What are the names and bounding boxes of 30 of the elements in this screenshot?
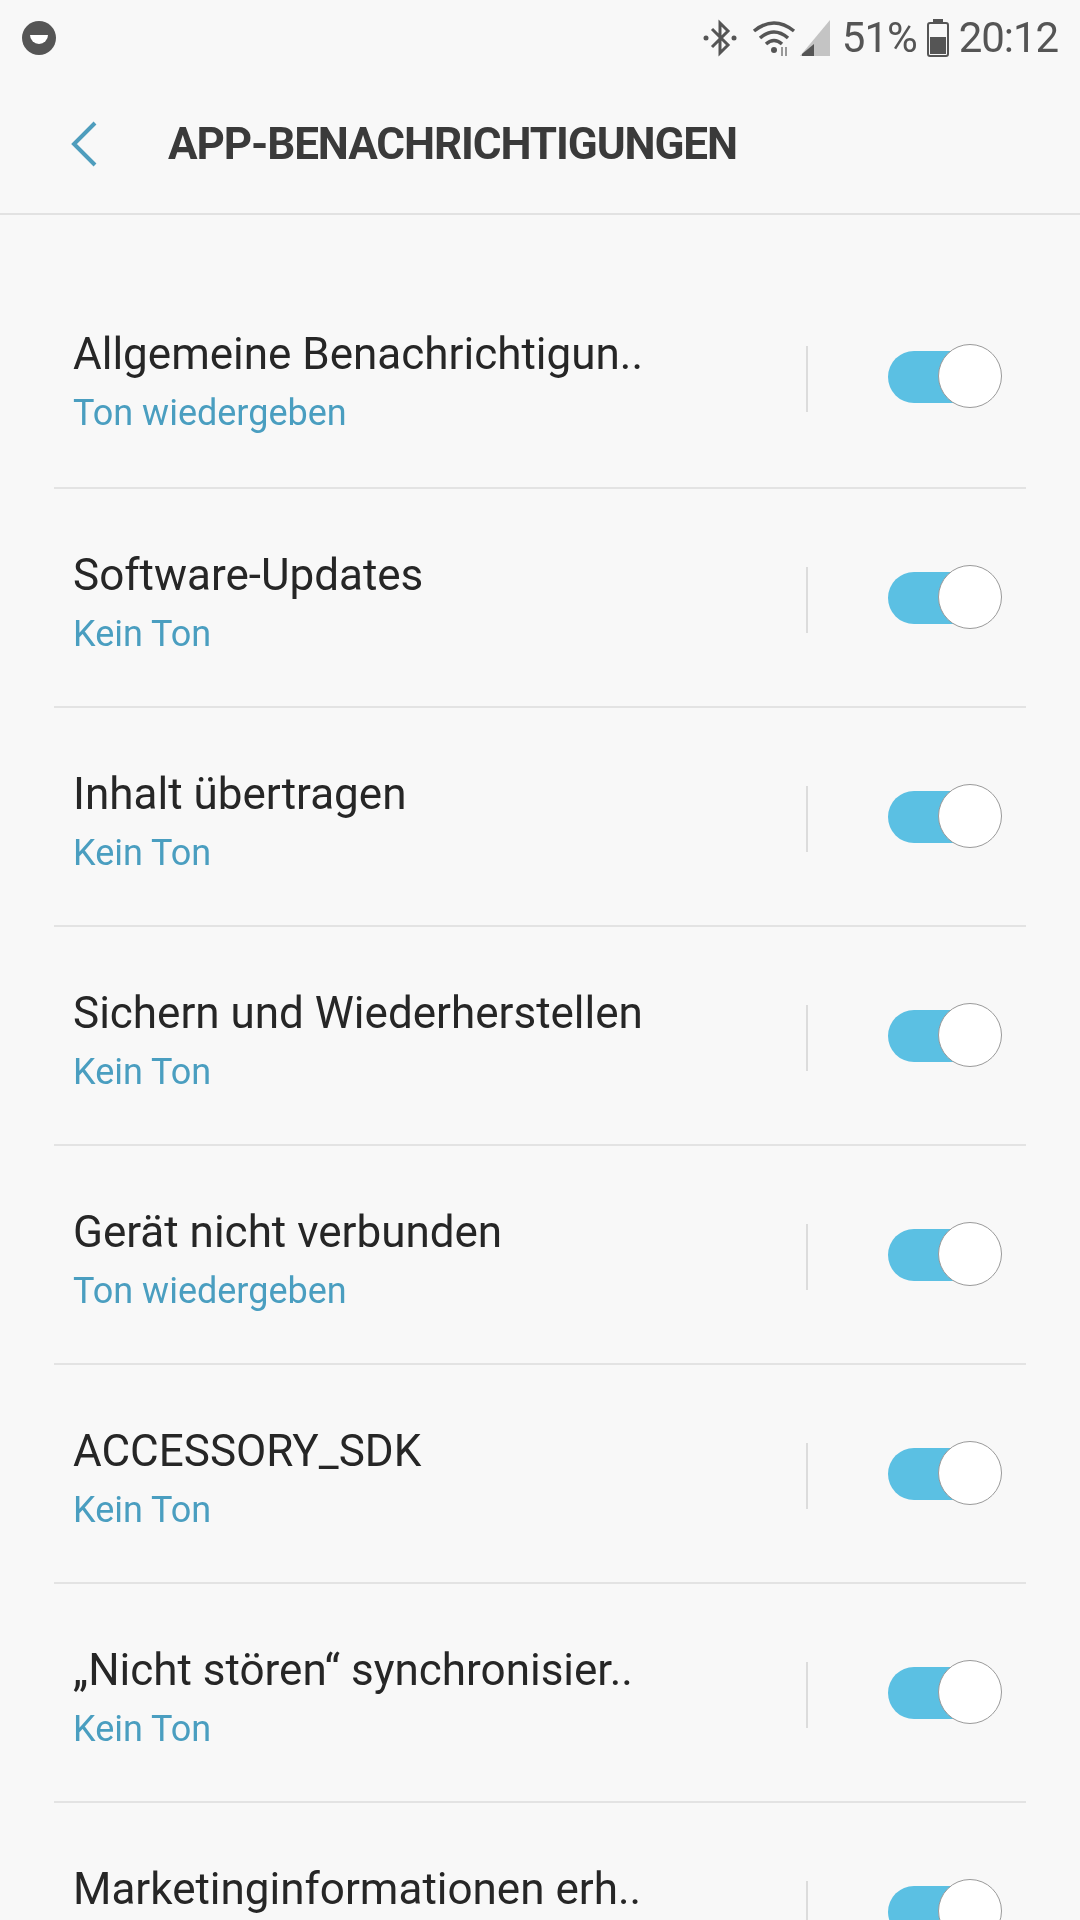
face-icon	[22, 20, 56, 55]
category-title: Software-Updates	[73, 549, 425, 601]
category-title: „Nicht stören“ synchronisier..	[73, 1644, 634, 1696]
battery-percentage: 51%	[841, 12, 917, 64]
sound-setting: Kein Ton	[73, 1050, 213, 1095]
sound-setting: Kein Ton	[73, 612, 213, 657]
sound-setting: Ton wiedergeben	[73, 391, 348, 436]
battery-icon	[926, 18, 949, 57]
signal-icon	[799, 19, 830, 56]
toggle-switch[interactable]	[888, 1003, 1002, 1069]
category-title: Inhalt übertragen	[73, 768, 408, 820]
page-title: APP-BENACHRICHTIGUNGEN	[168, 117, 737, 172]
sound-setting: Ton wiedergeben	[73, 1269, 348, 1314]
wifi-icon	[751, 18, 796, 57]
toggle-switch[interactable]	[888, 344, 1002, 410]
category-title: ACCESSORY_SDK	[73, 1425, 423, 1477]
category-title: Allgemeine Benachrichtigun..	[73, 328, 644, 380]
category-title: Gerät nicht verbunden	[73, 1206, 504, 1258]
bluetooth-icon	[701, 17, 738, 58]
clock-time: 20:12	[958, 12, 1058, 64]
toggle-switch[interactable]	[888, 784, 1002, 850]
toggle-switch[interactable]	[888, 1660, 1002, 1726]
toggle-switch[interactable]	[888, 1222, 1002, 1288]
sound-setting: Kein Ton	[73, 1488, 213, 1533]
sound-setting: Kein Ton	[73, 1707, 213, 1752]
category-title: Sichern und Wiederherstellen	[73, 987, 644, 1039]
toggle-switch[interactable]	[888, 1441, 1002, 1507]
toggle-switch[interactable]	[888, 565, 1002, 631]
sound-setting: Kein Ton	[73, 831, 213, 876]
category-title: Marketinginformationen erh..	[73, 1863, 643, 1915]
